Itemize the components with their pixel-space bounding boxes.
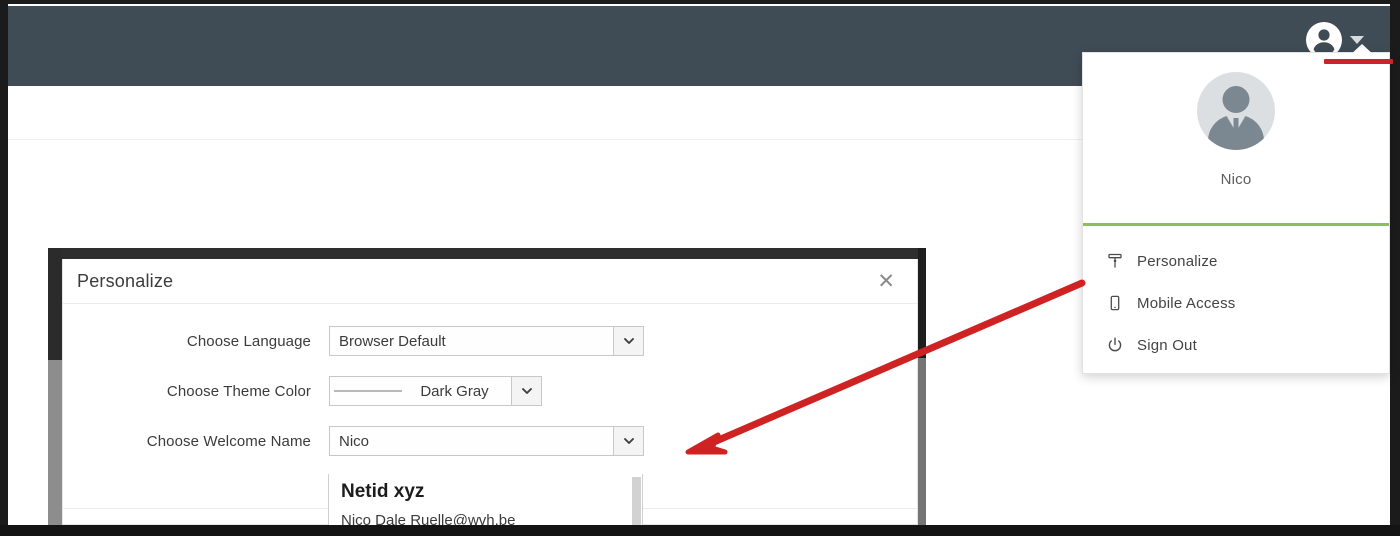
label-choose-welcome-name: Choose Welcome Name (146, 432, 311, 450)
dropdown-scrollbar[interactable] (632, 477, 641, 525)
dialog-header: Personalize ✕ (63, 259, 917, 304)
dialog-top-accent-bar (48, 248, 926, 259)
paint-roller-icon (1107, 253, 1137, 269)
form-row-language: Choose Language Browser Default (63, 326, 917, 356)
menu-item-label: Personalize (1137, 252, 1218, 270)
chevron-down-icon (511, 377, 541, 405)
annotation-underline (1324, 59, 1393, 64)
modal-right-rail-dark (918, 248, 926, 358)
account-profile-section: Nico (1083, 53, 1389, 223)
avatar-person-icon (1197, 72, 1275, 150)
theme-value-wrap: Dark Gray (330, 377, 511, 405)
mobile-phone-icon (1107, 295, 1137, 311)
select-theme-color[interactable]: Dark Gray (329, 376, 542, 406)
select-language[interactable]: Browser Default (329, 326, 644, 356)
menu-item-label: Mobile Access (1137, 294, 1236, 312)
chevron-down-icon (1350, 36, 1364, 44)
label-choose-language: Choose Language (186, 332, 311, 350)
modal-left-rail-gray[interactable] (48, 360, 62, 525)
power-icon (1107, 337, 1137, 353)
dropdown-option-netid[interactable]: Netid xyz (329, 474, 642, 506)
menu-item-label: Sign Out (1137, 336, 1197, 354)
select-welcome-name[interactable]: Nico (329, 426, 644, 456)
form-row-theme-color: Choose Theme Color Dark Gray (63, 376, 917, 406)
form-row-welcome-name: Choose Welcome Name Nico (63, 426, 917, 456)
label-choose-theme-color: Choose Theme Color (166, 382, 311, 400)
avatar-tie (1233, 118, 1239, 135)
bottom-black-strip (0, 525, 1400, 536)
dialog-title: Personalize (77, 270, 174, 291)
welcome-name-dropdown-list: Netid xyz Nico Dale Ruelle@wvh.be (328, 474, 643, 528)
screenshot-root: Nico Personalize Mobile Access Sign Out … (0, 0, 1400, 536)
menu-item-personalize[interactable]: Personalize (1083, 240, 1389, 282)
theme-color-swatch (334, 390, 402, 392)
modal-left-rail-dark (48, 248, 62, 360)
account-menu-list: Personalize Mobile Access Sign Out (1083, 226, 1389, 366)
modal-right-rail-gray[interactable] (918, 358, 926, 525)
chevron-down-icon (613, 427, 643, 455)
menu-item-mobile-access[interactable]: Mobile Access (1083, 282, 1389, 324)
select-language-value: Browser Default (330, 327, 613, 355)
menu-callout-pointer (1349, 44, 1375, 56)
select-theme-color-value: Dark Gray (420, 382, 489, 400)
account-dropdown-panel: Nico Personalize Mobile Access Sign Out (1082, 52, 1390, 374)
close-icon[interactable]: ✕ (873, 269, 899, 294)
menu-item-sign-out[interactable]: Sign Out (1083, 324, 1389, 366)
chevron-down-icon (613, 327, 643, 355)
account-user-name: Nico (1220, 171, 1252, 188)
avatar-head (1222, 86, 1250, 113)
select-welcome-name-value: Nico (330, 427, 613, 455)
